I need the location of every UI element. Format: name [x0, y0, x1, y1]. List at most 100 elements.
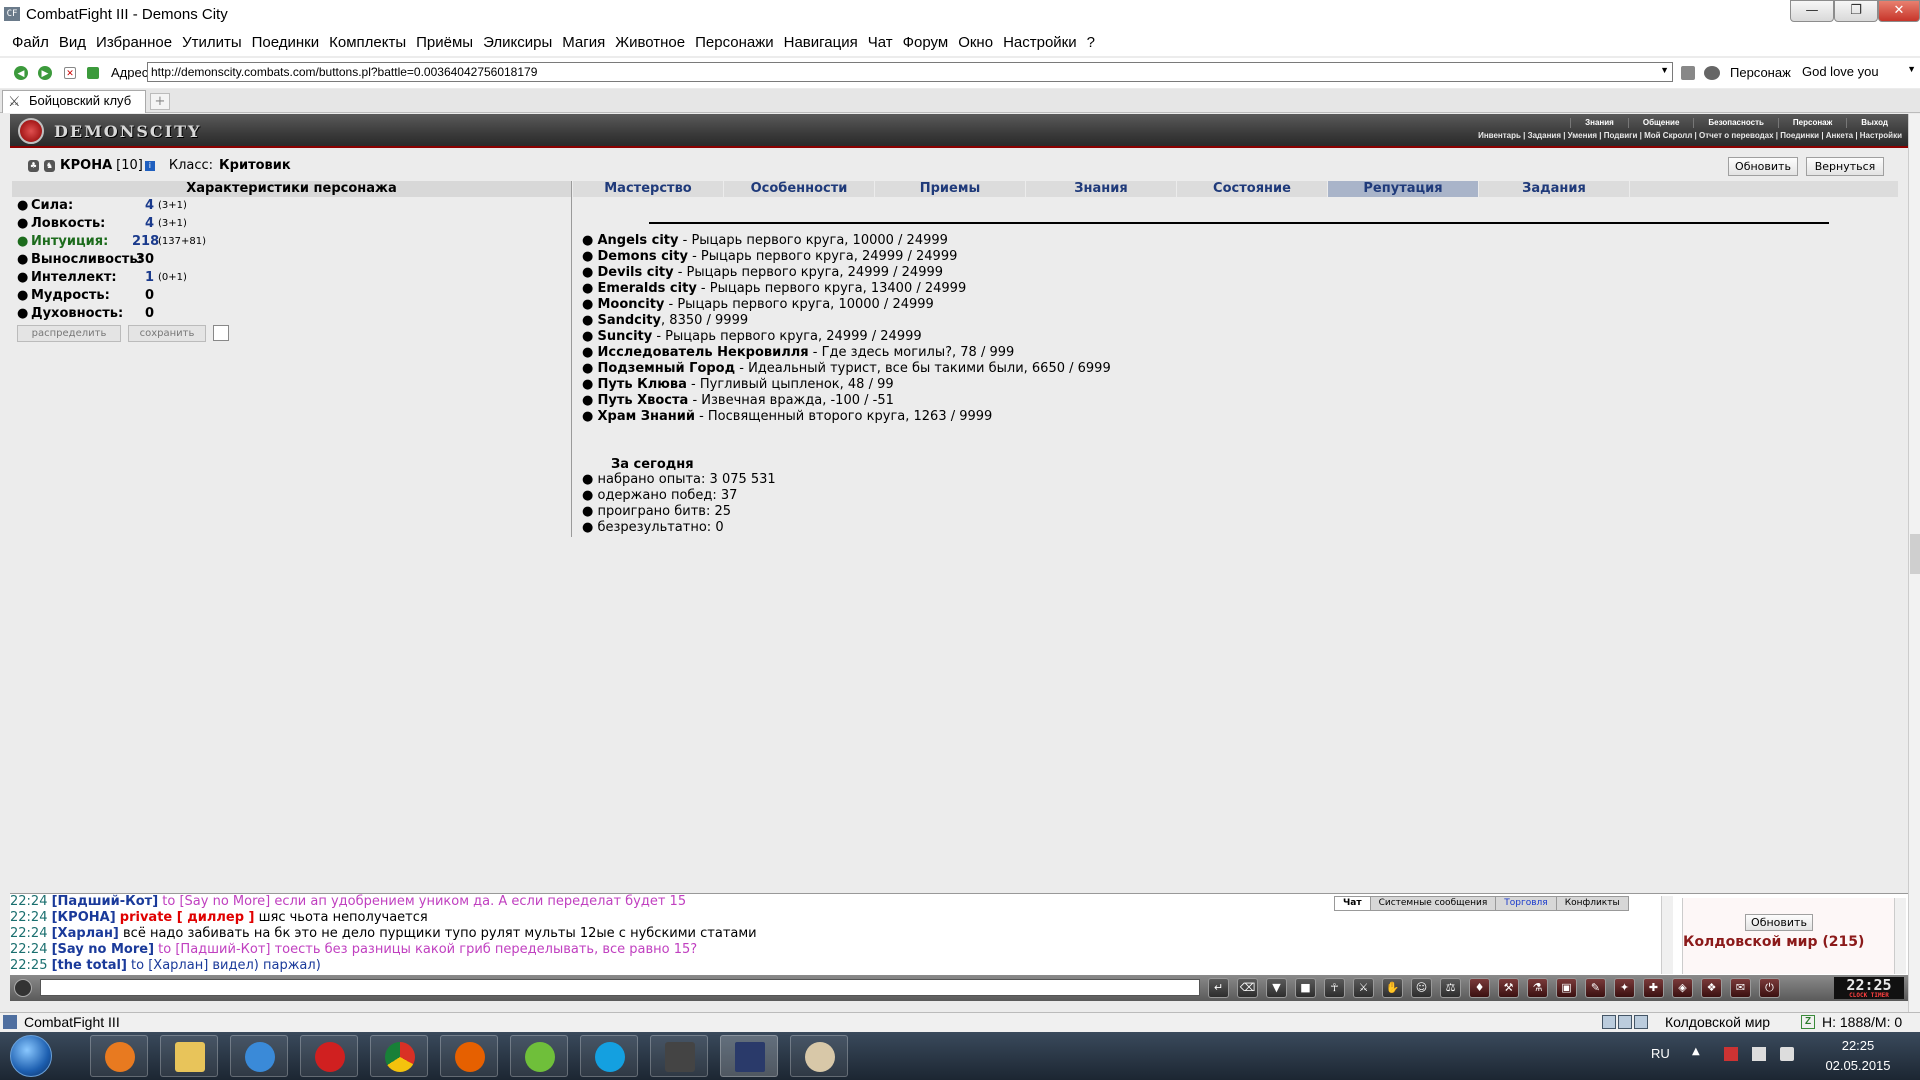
exit-icon[interactable]: ⏻ [1759, 978, 1780, 998]
fighter-icon[interactable]: ☥ [1324, 978, 1345, 998]
hand-icon[interactable]: ✋ [1382, 978, 1403, 998]
tab-mastery[interactable]: Мастерство [573, 181, 723, 197]
explorer-icon[interactable] [160, 1035, 218, 1077]
trade-icon[interactable]: ⚖ [1440, 978, 1461, 998]
minimize-button[interactable]: — [1790, 0, 1834, 22]
split-icon[interactable] [1618, 1015, 1632, 1029]
utorrent-icon[interactable] [510, 1035, 568, 1077]
media-player-icon[interactable] [90, 1035, 148, 1077]
chat-nick[interactable]: [the total] [52, 958, 127, 973]
menu-item-help[interactable]: ? [1087, 34, 1095, 51]
chat-tab-trade[interactable]: Торговля [1495, 896, 1557, 911]
chat-tab-chat[interactable]: Чат [1334, 896, 1371, 911]
menu-item-chat[interactable]: Чат [868, 34, 893, 51]
chevron-down-icon[interactable]: ▼ [1907, 64, 1916, 74]
flag-icon[interactable] [1724, 1047, 1738, 1061]
tab-reputation[interactable]: Репутация [1328, 181, 1478, 197]
menu-item-view[interactable]: Вид [59, 34, 86, 51]
tab-status[interactable]: Состояние [1177, 181, 1327, 197]
sword-icon[interactable]: ⚔ [1353, 978, 1374, 998]
refresh-icon[interactable] [87, 67, 99, 79]
nav-character[interactable]: Персонаж [1777, 118, 1846, 128]
chrome-icon[interactable] [370, 1035, 428, 1077]
person-select[interactable]: God love you ▼ [1800, 62, 1918, 82]
menu-item-elixirs[interactable]: Эликсиры [483, 34, 552, 51]
menu-item-forum[interactable]: Форум [903, 34, 949, 51]
save-stats-button[interactable]: сохранить [128, 325, 206, 342]
tab-quests[interactable]: Задания [1479, 181, 1629, 197]
menu-item-utilities[interactable]: Утилиты [182, 34, 242, 51]
book-icon[interactable]: ❖ [1701, 978, 1722, 998]
network-icon[interactable] [1752, 1047, 1766, 1061]
nav-knowledge[interactable]: Знания [1570, 118, 1628, 128]
save-icon[interactable]: ■ [1295, 978, 1316, 998]
forward-icon[interactable]: ▶ [38, 66, 52, 80]
menu-item-navigation[interactable]: Навигация [784, 34, 858, 51]
nav-exit[interactable]: Выход [1846, 118, 1902, 128]
scroll-icon[interactable]: ✎ [1585, 978, 1606, 998]
stop-icon[interactable]: ✕ [64, 67, 76, 79]
nav-security[interactable]: Безопасность [1693, 118, 1778, 128]
menu-item-favorites[interactable]: Избранное [96, 34, 172, 51]
opera-icon[interactable] [300, 1035, 358, 1077]
page-scrollbar[interactable] [1908, 114, 1920, 1012]
bag-icon[interactable]: ♦ [1469, 978, 1490, 998]
menu-item-file[interactable]: Файл [12, 34, 49, 51]
update-button[interactable]: Обновить [1728, 157, 1798, 176]
axe-icon[interactable]: ⚒ [1498, 978, 1519, 998]
url-input[interactable]: http://demonscity.combats.com/buttons.pl… [147, 62, 1673, 82]
stats-checkbox[interactable] [213, 325, 229, 341]
paint-icon[interactable] [790, 1035, 848, 1077]
chat-input[interactable] [40, 979, 1200, 996]
tab-knowledge[interactable]: Знания [1026, 181, 1176, 197]
back-icon[interactable]: ◀ [14, 66, 28, 80]
users-icon[interactable] [1704, 66, 1720, 80]
rune-icon[interactable]: ✦ [1614, 978, 1635, 998]
close-button[interactable]: ✕ [1878, 0, 1920, 22]
chat-scrollbar[interactable] [1661, 896, 1673, 974]
sub-nav[interactable]: Инвентарь | Задания | Умения | Подвиги |… [1478, 131, 1902, 140]
enter-icon[interactable]: ↵ [1208, 978, 1229, 998]
chat-nick[interactable]: [Падший-Кот] [52, 894, 159, 909]
menu-item-duels[interactable]: Поединки [252, 34, 320, 51]
firefox-icon[interactable] [440, 1035, 498, 1077]
filter-icon[interactable]: ▼ [1266, 978, 1287, 998]
new-tab-button[interactable]: + [150, 93, 170, 110]
tray-date[interactable]: 02.05.2015 [1810, 1058, 1906, 1073]
chat-nick[interactable]: [Харлан] [52, 926, 119, 941]
panel-icon[interactable] [1634, 1015, 1648, 1029]
page-icon[interactable] [1681, 66, 1695, 80]
pack-icon[interactable]: ◈ [1672, 978, 1693, 998]
menu-item-settings[interactable]: Настройки [1003, 34, 1077, 51]
tab-fight-club[interactable]: ⚔ Бойцовский клуб [2, 90, 146, 113]
character-name[interactable]: КРОНА [60, 158, 112, 173]
menu-item-window[interactable]: Окно [958, 34, 993, 51]
start-button[interactable] [10, 1035, 52, 1077]
chat-nick[interactable]: [Say no More] [52, 942, 154, 957]
combatfight-icon[interactable] [720, 1035, 778, 1077]
skype-icon[interactable] [580, 1035, 638, 1077]
speech-icon[interactable]: ✉ [1730, 978, 1751, 998]
scrollbar-thumb[interactable] [1910, 534, 1920, 574]
volume-icon[interactable] [1780, 1047, 1794, 1061]
language-indicator[interactable]: RU [1651, 1046, 1670, 1061]
distribute-button[interactable]: распределить [17, 325, 121, 342]
plus-icon[interactable]: ✚ [1643, 978, 1664, 998]
tab-techniques[interactable]: Приемы [875, 181, 1025, 197]
menu-item-sets[interactable]: Комплекты [329, 34, 406, 51]
chat-icon[interactable] [14, 979, 32, 997]
potion-icon[interactable]: ⚗ [1527, 978, 1548, 998]
world-of-tanks-icon[interactable] [650, 1035, 708, 1077]
tray-expand-icon[interactable]: ▲ [1692, 1046, 1700, 1057]
menu-item-animal[interactable]: Животное [615, 34, 685, 51]
menu-item-magic[interactable]: Магия [562, 34, 605, 51]
internet-explorer-icon[interactable] [230, 1035, 288, 1077]
maximize-button[interactable]: ❐ [1834, 0, 1878, 22]
chat-nick[interactable]: [КРОНА] [52, 910, 116, 925]
info-icon[interactable]: i [144, 160, 155, 171]
online-scrollbar[interactable] [1894, 898, 1906, 974]
smile-icon[interactable]: ☺ [1411, 978, 1432, 998]
update-online-button[interactable]: Обновить [1745, 914, 1813, 931]
chat-tab-conflicts[interactable]: Конфликты [1555, 896, 1629, 911]
tray-time[interactable]: 22:25 [1822, 1038, 1894, 1053]
